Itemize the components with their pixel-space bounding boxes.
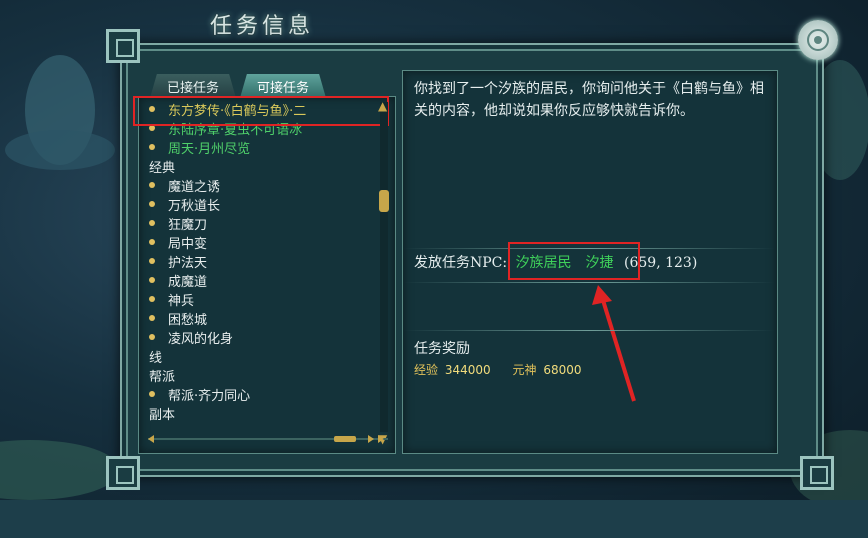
quest-list-label: 经典 bbox=[149, 160, 176, 176]
quest-list-label: 帮派 bbox=[149, 369, 176, 385]
npc-label: 发放任务NPC: bbox=[414, 255, 508, 271]
quest-list-item[interactable]: 成魔道 bbox=[143, 271, 208, 290]
reward-title: 任务奖励 bbox=[414, 341, 470, 357]
quest-list-item: 副本 bbox=[143, 404, 176, 423]
quest-list-item[interactable]: 困愁城 bbox=[143, 309, 208, 328]
quest-description: 你找到了一个汐族的居民，你询问他关于《白鹤与鱼》相关的内容，他却说如果你反应够快… bbox=[414, 81, 764, 119]
quest-list-label: 帮派·齐力同心 bbox=[168, 388, 251, 404]
quest-list-item[interactable]: 护法天 bbox=[143, 252, 208, 271]
annotation-arrow bbox=[592, 285, 636, 402]
quest-list-label: 成魔道 bbox=[168, 274, 208, 290]
quest-list-item[interactable]: 帮派·齐力同心 bbox=[143, 385, 251, 404]
tab-accepted-quests[interactable]: 已接任务 bbox=[150, 74, 236, 98]
quest-list-label: 神兵 bbox=[168, 293, 195, 309]
selected-quest-highlight bbox=[133, 96, 389, 126]
quest-list-label: 困愁城 bbox=[168, 312, 208, 328]
bullet-icon bbox=[149, 182, 155, 188]
reward-section-divider bbox=[404, 330, 774, 331]
quest-list-item[interactable]: 周天·月州尽览 bbox=[143, 138, 251, 157]
npc-highlight bbox=[508, 242, 640, 280]
bullet-icon bbox=[149, 144, 155, 150]
bullet-icon bbox=[149, 201, 155, 207]
frame-corner-bottom-left bbox=[106, 456, 140, 490]
bullet-icon bbox=[149, 391, 155, 397]
quest-list-item: 线 bbox=[143, 347, 163, 366]
frame-corner-bottom-right bbox=[800, 456, 834, 490]
bullet-icon bbox=[149, 277, 155, 283]
quest-list-item[interactable]: 局中变 bbox=[143, 233, 208, 252]
close-icon[interactable] bbox=[798, 20, 838, 60]
reward-list: 经验 344000 元神 68000 bbox=[414, 361, 582, 378]
quest-list-label: 魔道之诱 bbox=[168, 179, 221, 195]
bullet-icon bbox=[149, 258, 155, 264]
quest-list-label: 万秋道长 bbox=[168, 198, 221, 214]
quest-list-item[interactable]: 神兵 bbox=[143, 290, 195, 309]
reward-exp-label: 经验 bbox=[414, 363, 439, 377]
quest-list-item[interactable]: 狂魔刀 bbox=[143, 214, 208, 233]
quest-list-label: 护法天 bbox=[168, 255, 208, 271]
quest-list-label: 周天·月州尽览 bbox=[168, 141, 251, 157]
quest-list-label: 线 bbox=[149, 350, 163, 366]
quest-list-label: 副本 bbox=[149, 407, 176, 423]
quest-list-scrollbar[interactable] bbox=[380, 102, 388, 432]
scrollbar-thumb[interactable] bbox=[379, 190, 389, 212]
bullet-icon bbox=[149, 239, 155, 245]
quest-list-item[interactable]: 凌风的化身 bbox=[143, 328, 234, 347]
horizontal-scrollbar[interactable] bbox=[148, 434, 388, 444]
bullet-icon bbox=[149, 220, 155, 226]
bullet-icon bbox=[149, 296, 155, 302]
quest-list-item: 帮派 bbox=[143, 366, 176, 385]
quest-list-label: 狂魔刀 bbox=[168, 217, 208, 233]
quest-list-item: 经典 bbox=[143, 157, 176, 176]
quest-list-item[interactable]: 万秋道长 bbox=[143, 195, 221, 214]
bullet-icon bbox=[149, 315, 155, 321]
window-title: 任务信息 bbox=[210, 14, 315, 39]
scroll-up-icon[interactable]: ▲ bbox=[378, 99, 387, 113]
frame-corner-top-left bbox=[106, 29, 140, 63]
reward-spirit-value: 68000 bbox=[543, 363, 582, 377]
npc-section-divider-bottom bbox=[404, 282, 774, 283]
reward-exp-value: 344000 bbox=[444, 363, 491, 377]
bullet-icon bbox=[149, 334, 155, 340]
quest-list-item[interactable]: 魔道之诱 bbox=[143, 176, 221, 195]
tab-available-quests[interactable]: 可接任务 bbox=[240, 74, 326, 98]
quest-list-label: 局中变 bbox=[168, 236, 208, 252]
quest-list-label: 凌风的化身 bbox=[168, 331, 234, 347]
reward-spirit-label: 元神 bbox=[512, 363, 537, 377]
